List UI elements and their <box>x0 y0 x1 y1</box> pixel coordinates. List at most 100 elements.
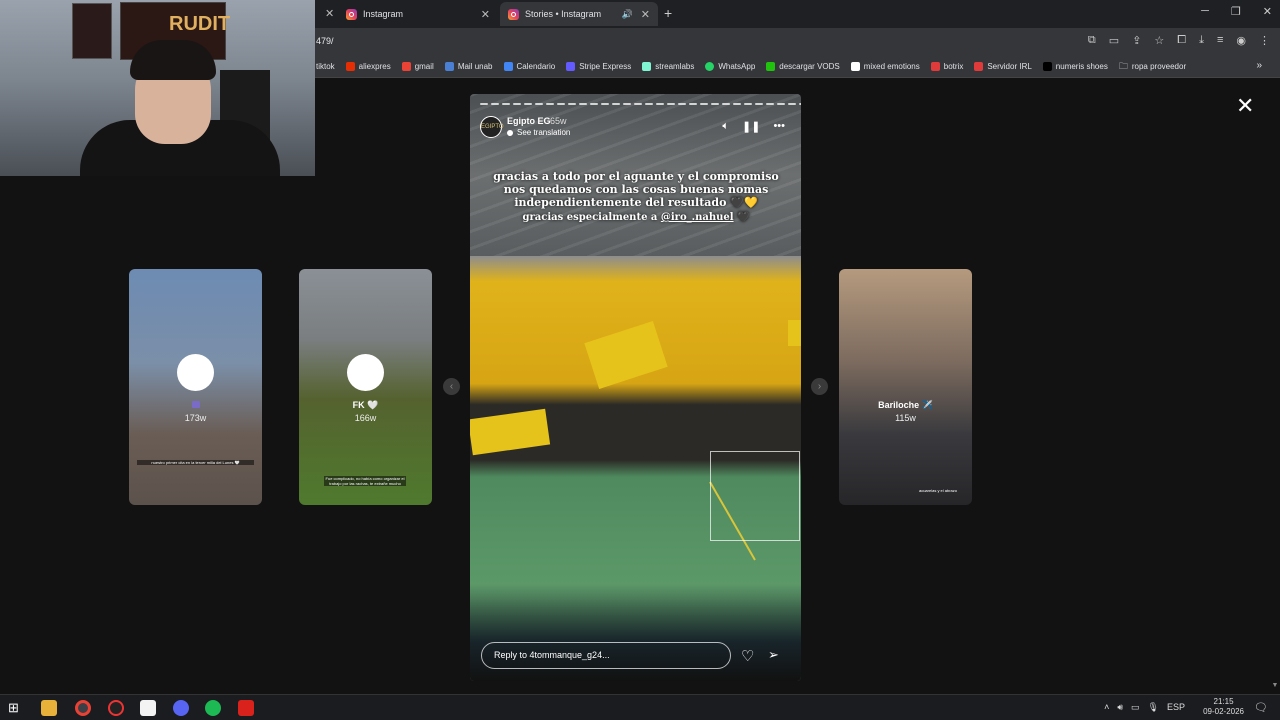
star-icon[interactable]: ☆ <box>1154 34 1164 47</box>
language-indicator[interactable]: ESP <box>1167 702 1185 713</box>
progress-segment <box>755 103 763 105</box>
url-field[interactable]: 479/ <box>316 36 334 46</box>
new-tab-button[interactable]: + <box>664 5 672 21</box>
more-bookmarks-icon[interactable]: » <box>1256 60 1262 71</box>
calendar-icon <box>503 62 513 71</box>
streamer-hair <box>130 40 216 80</box>
spotify-icon[interactable] <box>205 700 221 716</box>
extensions-icon[interactable]: ⧠ <box>1177 34 1186 47</box>
see-translation-link[interactable]: See translation <box>507 128 570 137</box>
previous-story-button[interactable]: ‹ <box>443 378 460 395</box>
bookmark-gmail[interactable]: gmail <box>401 62 434 71</box>
story-preview[interactable]: FK 🤍 166w Fue complicado, no había como … <box>299 269 432 505</box>
audio-icon[interactable]: 🔊 <box>622 9 633 20</box>
mention-link[interactable]: @iro_.nahuel <box>661 212 734 223</box>
caption-suffix: 🖤 <box>733 212 750 223</box>
progress-segment <box>678 103 686 105</box>
bookmark-label: WhatsApp <box>718 62 756 71</box>
close-tab-icon[interactable]: ✕ <box>641 8 650 21</box>
microphone-icon[interactable]: 🎙︎ <box>1148 702 1159 713</box>
story-preview[interactable]: 173w nuestro primer cita en la tercer mi… <box>129 269 262 505</box>
bookmark-label: gmail <box>414 62 434 71</box>
store-icon[interactable] <box>140 700 156 716</box>
bookmark-label: Stripe Express <box>579 62 632 71</box>
bookmark-aliexpres[interactable]: aliexpres <box>345 62 391 71</box>
close-stories-button[interactable]: ✕ <box>1236 95 1254 117</box>
close-tab-icon[interactable]: ✕ <box>325 7 334 20</box>
tab-instagram[interactable]: Instagram ✕ <box>338 2 498 26</box>
yellow-flag <box>470 408 551 456</box>
bookmark-servidor-irl[interactable]: Servidor IRL <box>974 62 1032 71</box>
menu-icon[interactable]: ⋮ <box>1259 34 1270 47</box>
network-icon[interactable]: ▭ <box>1131 702 1140 713</box>
share-icon[interactable]: ⇪ <box>1132 34 1141 47</box>
bookmark-mail-unab[interactable]: Mail unab <box>444 62 493 71</box>
tab-stories[interactable]: Stories • Instagram 🔊 ✕ <box>500 2 658 26</box>
close-tab-icon[interactable]: ✕ <box>481 8 490 21</box>
caption-prefix: gracias especialmente a <box>522 212 661 223</box>
bookmark-tiktok[interactable]: tiktok <box>316 62 335 71</box>
progress-segment <box>634 103 642 105</box>
bookmark-stripe[interactable]: Stripe Express <box>566 62 631 71</box>
bookmark-mixed-emotions[interactable]: mixed emotions <box>850 62 920 71</box>
bookmark-label: Mail unab <box>457 62 493 71</box>
streamlabs-icon <box>642 62 652 71</box>
progress-segment <box>601 103 609 105</box>
whatsapp-icon <box>705 62 715 71</box>
active-story[interactable]: EGIPTO Egipto EG 65w See translation 🔈︎ … <box>470 94 801 681</box>
bookmark-streamlabs[interactable]: streamlabs <box>642 62 694 71</box>
like-heart-icon[interactable]: ♡ <box>741 647 754 665</box>
scroll-down-icon[interactable]: ▼ <box>1270 682 1280 692</box>
webcam-overlay: RUDIT <box>0 0 315 176</box>
windows-taskbar: ⊞ ˄ 🔊︎ ▭ 🎙︎ ESP 21:15 09-02-2026 🗨︎ <box>0 694 1280 720</box>
tray-chevron-icon[interactable]: ˄ <box>1104 702 1109 713</box>
avatar <box>347 354 384 391</box>
tab-search-icon[interactable]: ≡ <box>1217 34 1223 47</box>
more-options-icon[interactable]: ••• <box>773 120 785 133</box>
next-story-button[interactable]: › <box>811 378 828 395</box>
bookmark-whatsapp[interactable]: WhatsApp <box>705 62 755 71</box>
share-paper-plane-icon[interactable]: ➢ <box>768 647 779 663</box>
bookmark-calendario[interactable]: Calendario <box>503 62 555 71</box>
windows-start-icon[interactable]: ⊞ <box>8 700 24 716</box>
story-preview[interactable]: Bariloche ✈️ 115w acuarelas y el abrazo <box>839 269 972 505</box>
translate-icon[interactable]: ⧉ <box>1088 34 1096 47</box>
volume-icon[interactable]: 🔊︎ <box>1117 702 1123 713</box>
progress-segment <box>502 103 510 105</box>
clock[interactable]: 21:15 09-02-2026 <box>1203 697 1244 717</box>
story-username <box>129 400 262 410</box>
story-avatar[interactable]: EGIPTO <box>480 116 504 138</box>
cast-icon[interactable]: ▭ <box>1109 34 1119 47</box>
profile-icon[interactable]: ◉ <box>1236 34 1246 47</box>
minimize-icon[interactable]: ─ <box>1201 5 1209 18</box>
botrix-icon <box>930 62 940 71</box>
story-caption: acuarelas y el abrazo <box>918 488 958 493</box>
bookmark-ropa-proveedor[interactable]: 🗀 ropa proveedor <box>1119 59 1186 75</box>
obs-icon[interactable] <box>108 700 124 716</box>
restore-icon[interactable]: ❐ <box>1231 5 1241 18</box>
notifications-icon[interactable]: 🗨︎ <box>1254 701 1268 714</box>
bookmark-botrix[interactable]: botrix <box>930 62 963 71</box>
app-icon[interactable] <box>238 700 254 716</box>
progress-segment <box>623 103 631 105</box>
close-window-icon[interactable]: ✕ <box>1263 5 1272 18</box>
bookmark-descargar-vods[interactable]: descargar VODS <box>766 62 840 71</box>
mute-icon[interactable]: 🔈︎ <box>722 120 729 133</box>
stripe-icon <box>566 62 576 71</box>
progress-segment <box>656 103 664 105</box>
progress-segment <box>744 103 752 105</box>
reply-input[interactable]: Reply to 4tommanque_g24... <box>481 642 731 669</box>
progress-segment <box>557 103 565 105</box>
pause-icon[interactable]: ❚❚ <box>742 120 760 133</box>
bookmark-numeris-shoes[interactable]: numeris shoes <box>1042 62 1108 71</box>
instagram-icon <box>346 8 357 20</box>
file-explorer-icon[interactable] <box>41 700 57 716</box>
download-icon[interactable]: ⤓ <box>1199 34 1204 47</box>
aliexpress-icon <box>345 62 355 71</box>
progress-segment <box>799 103 801 105</box>
chrome-icon[interactable] <box>75 700 91 716</box>
instagram-icon <box>508 8 519 20</box>
discord-icon[interactable] <box>173 700 189 716</box>
story-username[interactable]: Egipto EG <box>507 116 551 126</box>
story-time: 65w <box>550 116 567 126</box>
